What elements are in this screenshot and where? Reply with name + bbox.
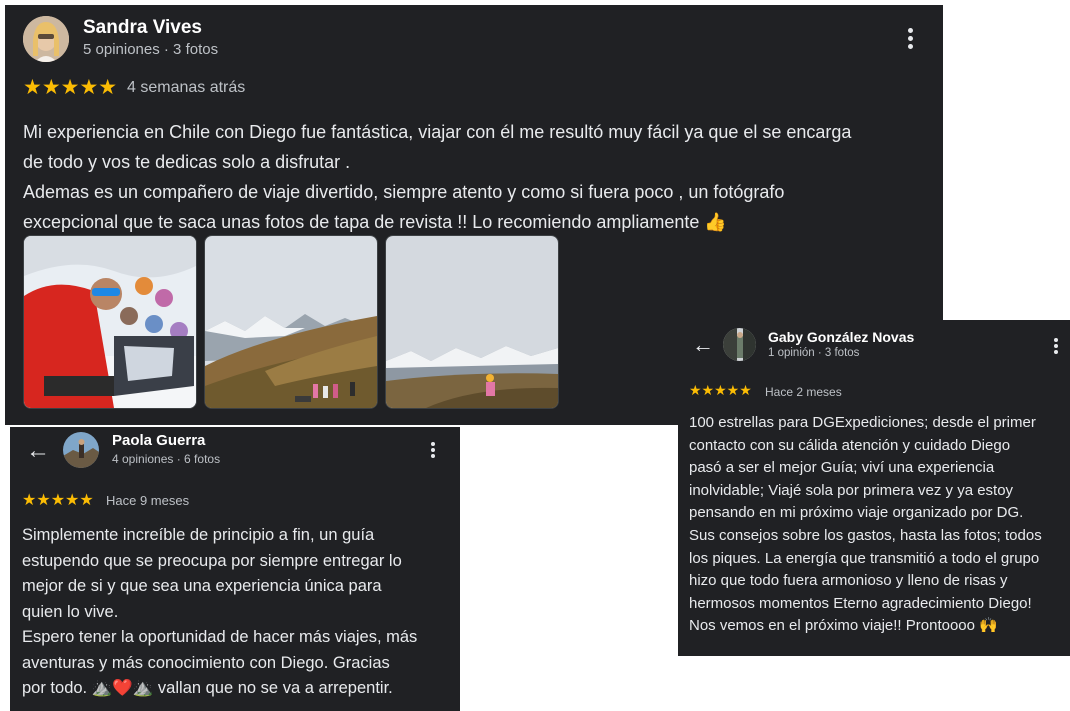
rating-stars: ★★★★★ xyxy=(23,76,118,99)
reviewer-name[interactable]: Sandra Vives xyxy=(83,17,202,39)
review-card-gaby: ← Gaby González Novas 1 opinión · 3 foto… xyxy=(678,320,1070,656)
review-text: 100 estrellas para DGExpediciones; desde… xyxy=(689,414,1042,635)
avatar[interactable] xyxy=(23,16,69,62)
review-photo[interactable] xyxy=(385,235,559,409)
review-text: Simplemente increíble de principio a fin… xyxy=(22,526,418,697)
avatar[interactable] xyxy=(723,328,756,361)
reviewer-meta: 1 opinión · 3 fotos xyxy=(768,347,860,359)
back-arrow-icon[interactable]: ← xyxy=(692,332,714,358)
reviewer-name[interactable]: Paola Guerra xyxy=(112,432,205,449)
review-card-paola: ← Paola Guerra 4 opiniones · 6 fotos ★★★… xyxy=(10,427,460,711)
rating-stars: ★★★★★ xyxy=(689,382,752,398)
group-selfie-snow-photo xyxy=(24,236,196,408)
snowy-peaks-hiker-photo xyxy=(386,236,558,408)
mountain-valley-group-photo xyxy=(205,236,377,408)
more-options-icon[interactable] xyxy=(1052,336,1060,356)
review-text: Mi experiencia en Chile con Diego fue fa… xyxy=(23,122,852,232)
review-photo[interactable] xyxy=(204,235,378,409)
review-date: Hace 2 meses xyxy=(765,385,842,399)
reviewer-meta: 4 opiniones · 6 fotos xyxy=(112,452,221,466)
review-date: 4 semanas atrás xyxy=(127,79,246,96)
more-options-icon[interactable] xyxy=(903,25,917,52)
more-options-icon[interactable] xyxy=(428,440,438,460)
back-arrow-icon[interactable]: ← xyxy=(26,437,50,465)
reviewer-meta: 5 opiniones · 3 fotos xyxy=(83,41,219,58)
reviewer-name[interactable]: Gaby González Novas xyxy=(768,329,914,345)
avatar[interactable] xyxy=(63,432,99,468)
review-photo[interactable] xyxy=(23,235,197,409)
review-date: Hace 9 meses xyxy=(106,493,190,508)
rating-stars: ★★★★★ xyxy=(22,492,94,509)
